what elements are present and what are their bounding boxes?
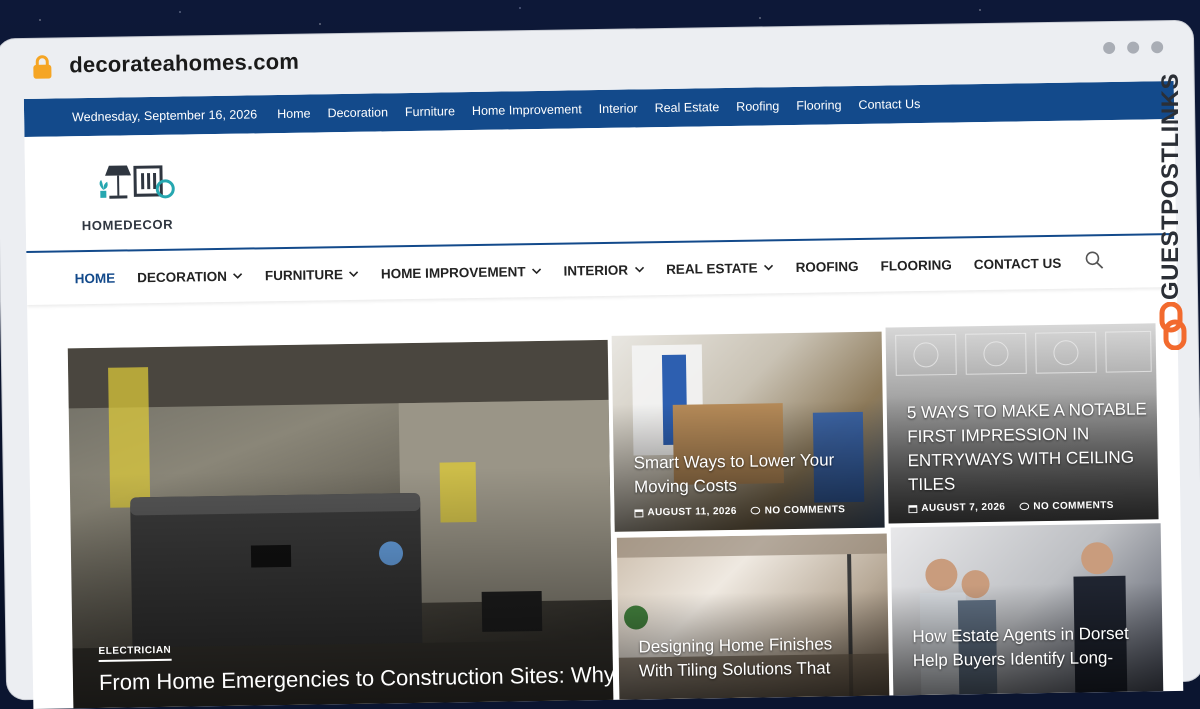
comment-icon (750, 506, 761, 515)
site-header: HOMEDECOR (24, 118, 1177, 250)
nav-item-label: HOME (74, 270, 116, 286)
guestpostlinks-watermark: GUESTPOSTLINKS (1150, 56, 1196, 356)
nav-item-roofing[interactable]: ROOFING (795, 258, 858, 274)
comment-icon (1019, 502, 1030, 511)
search-icon[interactable] (1084, 250, 1104, 270)
chevron-down-icon (349, 271, 359, 278)
chevron-down-icon (532, 268, 542, 275)
post-card[interactable]: 5 WAYS TO MAKE A NOTABLE FIRST IMPRESSIO… (885, 323, 1159, 524)
browser-window: decorateahomes.com Wednesday, September … (0, 20, 1200, 709)
logo-wordmark: HOMEDECOR (81, 216, 174, 234)
nav-item-label: FURNITURE (264, 266, 343, 283)
topbar-link-roofing[interactable]: Roofing (736, 99, 779, 114)
nav-item-interior[interactable]: INTERIOR (563, 262, 644, 278)
topbar-link-decoration[interactable]: Decoration (327, 105, 388, 120)
post-title[interactable]: Designing Home Finishes With Tiling Solu… (638, 632, 869, 684)
nav-item-label: ROOFING (795, 258, 859, 275)
post-comments[interactable]: NO COMMENTS (1019, 500, 1114, 512)
post-title[interactable]: Smart Ways to Lower Your Moving Costs (633, 448, 864, 500)
url-text[interactable]: decorateahomes.com (69, 49, 299, 79)
nav-item-home-improvement[interactable]: HOME IMPROVEMENT (381, 263, 542, 281)
current-date: Wednesday, September 16, 2026 (72, 107, 258, 125)
featured-posts-grid: ELECTRICIAN From Home Emergencies to Con… (67, 309, 1164, 709)
calendar-icon (908, 505, 918, 514)
post-card[interactable]: Smart Ways to Lower Your Moving Costs AU… (611, 331, 885, 532)
image-overlay (611, 331, 885, 532)
window-controls (1103, 41, 1164, 55)
link-chain-icon (1159, 302, 1187, 350)
chevron-down-icon (634, 266, 644, 273)
topbar-link-real-estate[interactable]: Real Estate (655, 100, 720, 115)
topbar-link-furniture[interactable]: Furniture (405, 104, 455, 119)
nav-item-flooring[interactable]: FLOORING (880, 257, 951, 273)
post-comments[interactable]: NO COMMENTS (750, 504, 845, 516)
calendar-icon (634, 509, 644, 518)
watermark-text: GUESTPOSTLINKS (1157, 72, 1184, 300)
nav-item-real-estate[interactable]: REAL ESTATE (665, 260, 774, 277)
topbar-link-interior[interactable]: Interior (599, 101, 638, 116)
chevron-down-icon (764, 264, 774, 271)
nav-item-label: HOME IMPROVEMENT (380, 263, 526, 281)
topbar-link-flooring[interactable]: Flooring (796, 98, 841, 113)
nav-item-furniture[interactable]: FURNITURE (264, 266, 359, 283)
topbar-link-contact-us[interactable]: Contact Us (858, 97, 920, 112)
chevron-down-icon (233, 273, 243, 279)
nav-item-label: REAL ESTATE (665, 260, 758, 277)
nav-item-label: DECORATION (137, 268, 228, 285)
page-viewport: Wednesday, September 16, 2026 Home Decor… (23, 80, 1184, 709)
nav-item-label: INTERIOR (563, 262, 629, 279)
lock-icon (33, 55, 52, 79)
nav-item-home[interactable]: HOME (75, 270, 116, 286)
post-title[interactable]: How Estate Agents in Dorset Help Buyers … (912, 621, 1153, 673)
nav-item-contact-us[interactable]: CONTACT US (974, 255, 1062, 271)
category-badge[interactable]: ELECTRICIAN (98, 644, 172, 662)
post-card[interactable]: Designing Home Finishes With Tiling Solu… (616, 533, 890, 700)
post-date: AUGUST 7, 2026 (908, 502, 1005, 515)
post-title[interactable]: 5 WAYS TO MAKE A NOTABLE FIRST IMPRESSIO… (907, 397, 1148, 497)
post-date: AUGUST 11, 2026 (634, 506, 737, 519)
featured-post-large[interactable]: ELECTRICIAN From Home Emergencies to Con… (67, 339, 614, 709)
nav-item-label: CONTACT US (973, 255, 1062, 272)
nav-item-decoration[interactable]: DECORATION (137, 268, 243, 285)
site-logo[interactable]: HOMEDECOR (75, 158, 196, 240)
nav-item-label: FLOORING (880, 256, 952, 274)
topbar-link-home-improvement[interactable]: Home Improvement (472, 102, 582, 118)
window-dot[interactable] (1103, 41, 1116, 55)
home-decor-logo-icon (99, 165, 175, 199)
window-dot[interactable] (1151, 41, 1164, 54)
topbar-link-home[interactable]: Home (277, 107, 311, 122)
window-dot[interactable] (1127, 41, 1140, 54)
